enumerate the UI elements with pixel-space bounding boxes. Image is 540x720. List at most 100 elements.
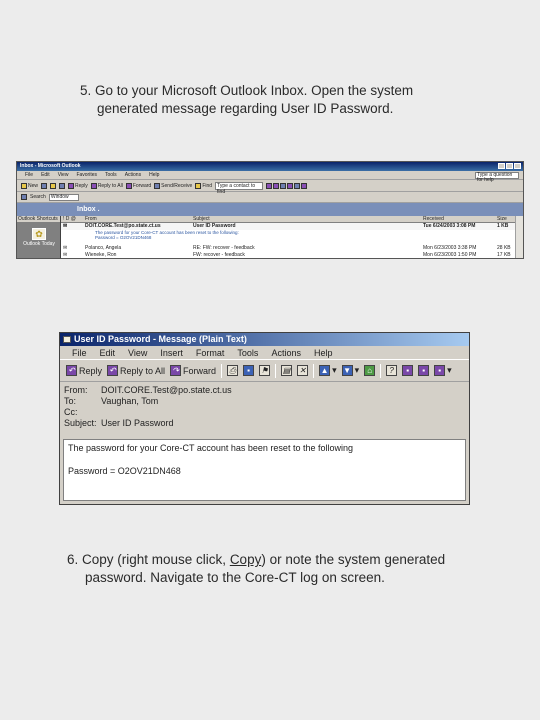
- menu-view[interactable]: View: [128, 346, 147, 359]
- toolbar-separator: [380, 363, 382, 378]
- menu-view[interactable]: View: [58, 171, 69, 179]
- options-icon: ▤: [281, 365, 293, 376]
- step-6-copy: Copy: [229, 552, 262, 567]
- from-label: From:: [64, 385, 88, 395]
- message-headers: From: DOIT.CORE.Test@po.state.ct.us To: …: [60, 382, 469, 433]
- folder-title: Inbox .: [77, 206, 100, 213]
- menu-edit[interactable]: Edit: [41, 171, 50, 179]
- message-body[interactable]: The password for your Core-CT account ha…: [63, 439, 466, 501]
- forward-button[interactable]: ↷ Forward: [170, 365, 216, 376]
- header-to: To: Vaughan, Tom: [64, 396, 469, 407]
- toolbar-extra-icon: ▪: [434, 365, 446, 376]
- next-item-button[interactable]: ▼ ▾: [341, 365, 360, 376]
- reply-all-icon: ↶: [107, 365, 119, 376]
- print-button[interactable]: ⎙: [227, 365, 239, 376]
- header-from: From: DOIT.CORE.Test@po.state.ct.us: [64, 385, 469, 396]
- save-button[interactable]: ▪: [243, 365, 255, 376]
- row-size: 28 KB: [497, 245, 511, 251]
- reply-all-label: Reply to All: [120, 365, 166, 376]
- address-book-button[interactable]: ⌂: [364, 365, 376, 376]
- help-question-box[interactable]: Type a question for help: [475, 172, 519, 183]
- delete-button[interactable]: ✕: [297, 365, 309, 376]
- menu-actions[interactable]: Actions: [125, 171, 141, 179]
- reply-all-button[interactable]: ↶ Reply to All: [107, 365, 165, 376]
- menu-insert[interactable]: Insert: [160, 346, 183, 359]
- maximize-icon[interactable]: [506, 163, 513, 169]
- subject-label: Subject:: [64, 418, 97, 428]
- step-6-line-2: password. Navigate to the Core-CT log on…: [85, 570, 385, 585]
- message-list-scrollbar[interactable]: [515, 216, 523, 258]
- nav-header[interactable]: Outlook Shortcuts: [17, 216, 60, 223]
- send-receive-icon: [154, 182, 161, 189]
- column-flags[interactable]: ! D @: [61, 216, 85, 222]
- table-row[interactable]: ✉ Wieneke, Ron FW: recover - feedback Mo…: [61, 252, 515, 258]
- find-button[interactable]: Find: [195, 182, 212, 189]
- body-password-line[interactable]: Password = O2OV21DN468: [68, 465, 461, 478]
- cc-label: Cc:: [64, 407, 78, 417]
- reply-icon: ↶: [66, 365, 77, 376]
- print-button[interactable]: [41, 182, 48, 189]
- extra-toolbar-buttons[interactable]: [266, 182, 308, 189]
- menu-tools[interactable]: Tools: [105, 171, 117, 179]
- body-line-1: The password for your Core-CT account ha…: [68, 443, 353, 453]
- save-icon: ▪: [243, 365, 255, 376]
- message-menu-bar: File Edit View Insert Format Tools Actio…: [60, 346, 469, 360]
- previous-arrow-icon: ▲: [319, 365, 331, 376]
- move-button[interactable]: [50, 182, 57, 189]
- menu-help[interactable]: Help: [149, 171, 159, 179]
- menu-edit[interactable]: Edit: [100, 346, 116, 359]
- toolbar-extra-button[interactable]: ▪: [402, 365, 414, 376]
- find-icon: [195, 182, 202, 189]
- back-icon[interactable]: [21, 194, 27, 200]
- row-size: 1 KB: [497, 223, 509, 229]
- step-6-part-2: ) or note the system generated: [261, 552, 446, 567]
- forward-button[interactable]: Forward: [125, 182, 151, 189]
- send-receive-button[interactable]: Send/Receive: [154, 182, 192, 189]
- to-value[interactable]: Vaughan, Tom: [101, 396, 158, 407]
- previous-item-button[interactable]: ▲ ▾: [319, 365, 337, 376]
- flag-button[interactable]: ⚑: [259, 365, 271, 376]
- column-from[interactable]: From: [85, 216, 193, 222]
- column-size[interactable]: Size: [497, 216, 515, 222]
- toolbar-extra-icon: [287, 182, 294, 189]
- menu-help[interactable]: Help: [314, 346, 333, 359]
- help-button[interactable]: ?: [386, 365, 398, 376]
- menu-tools[interactable]: Tools: [237, 346, 258, 359]
- nav-item-label: Outlook Today: [23, 241, 55, 247]
- minimize-icon[interactable]: [498, 163, 505, 169]
- forward-icon: [125, 182, 132, 189]
- previous-dropdown-icon: ▾: [332, 365, 337, 375]
- toolbar-extra-button[interactable]: ▪: [418, 365, 430, 376]
- address-search-input[interactable]: Type a contact to find: [215, 181, 264, 195]
- reply-all-label: Reply to All: [97, 182, 123, 189]
- message-window-screenshot: User ID Password - Message (Plain Text) …: [59, 332, 470, 505]
- row-received: Tue 6/24/2003 3:08 PM: [423, 223, 476, 229]
- from-value[interactable]: DOIT.CORE.Test@po.state.ct.us: [101, 385, 232, 396]
- column-received[interactable]: Received: [423, 216, 497, 222]
- toolbar-separator: [313, 363, 315, 378]
- options-button[interactable]: ▤: [281, 365, 293, 376]
- reply-all-button[interactable]: Reply to All: [90, 182, 123, 189]
- toolbar-extra-icon: [266, 182, 273, 189]
- menu-format[interactable]: Format: [196, 346, 225, 359]
- table-row[interactable]: ✉ DOIT.CORE.Test@po.state.ct.us User ID …: [61, 223, 515, 230]
- menu-file[interactable]: File: [72, 346, 87, 359]
- close-icon[interactable]: [514, 163, 521, 169]
- next-dropdown-icon: ▾: [354, 365, 360, 375]
- new-button[interactable]: New: [21, 182, 38, 189]
- address-book-icon: ⌂: [364, 365, 376, 376]
- row-received: Mon 6/23/2003 1:50 PM: [423, 252, 477, 258]
- toolbar-extra-button[interactable]: ▪ ▾: [434, 365, 452, 376]
- row-received: Mon 6/23/2003 3:38 PM: [423, 245, 477, 251]
- menu-actions[interactable]: Actions: [271, 346, 301, 359]
- menu-file[interactable]: File: [25, 171, 33, 179]
- nav-item-outlook-today[interactable]: ✿ Outlook Today: [21, 228, 57, 247]
- search-in-select[interactable]: Window: [48, 193, 79, 201]
- column-subject[interactable]: Subject: [193, 216, 423, 222]
- delete-button[interactable]: [59, 182, 66, 189]
- menu-favorites[interactable]: Favorites: [76, 171, 97, 179]
- reply-button[interactable]: Reply: [68, 182, 88, 189]
- table-row[interactable]: ✉ Polanco, Angela RE: FW: recover - feed…: [61, 245, 515, 252]
- reply-button[interactable]: ↶ Reply: [66, 365, 102, 376]
- toolbar-separator: [221, 363, 223, 378]
